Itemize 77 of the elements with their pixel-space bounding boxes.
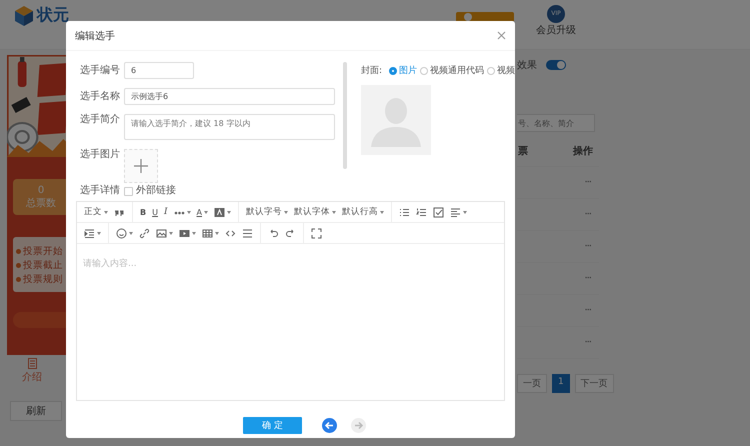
- undo-icon[interactable]: [268, 228, 279, 238]
- checkbox-label[interactable]: 外部链接: [136, 185, 176, 197]
- divider-icon[interactable]: [242, 228, 253, 238]
- format-dropdown[interactable]: 默认行高: [342, 206, 384, 218]
- toggle-label: 效果: [517, 59, 537, 72]
- upgrade-label[interactable]: 会员升级: [536, 22, 576, 36]
- info-text: 投票截止: [23, 259, 63, 272]
- radio-label[interactable]: 视频通用代码: [430, 65, 484, 77]
- confirm-button[interactable]: 确 定: [243, 416, 302, 434]
- search-field[interactable]: 号、名称、简介: [517, 114, 595, 132]
- fullscreen-icon[interactable]: [311, 228, 322, 238]
- info-text: 投票规则: [23, 273, 63, 286]
- field-label: 选手图片: [80, 149, 120, 161]
- toggle-switch[interactable]: [546, 60, 566, 70]
- format-dropdown[interactable]: 默认字体: [294, 206, 336, 218]
- column-header: 操作: [573, 144, 593, 158]
- stat-value: 0: [38, 184, 44, 196]
- video-icon[interactable]: [179, 228, 196, 238]
- checkbox[interactable]: [124, 186, 133, 196]
- field-label: 选手详情: [80, 185, 120, 197]
- plus-icon: [134, 159, 148, 173]
- more-actions[interactable]: ···: [584, 177, 591, 188]
- more-actions[interactable]: ···: [584, 273, 591, 284]
- bullet-dot-icon: [16, 249, 21, 254]
- logo-text[interactable]: 状元: [37, 5, 69, 26]
- next-page-button[interactable]: 下一页: [574, 374, 614, 393]
- cube-logo-icon: [14, 4, 34, 26]
- intro-tab[interactable]: 介绍: [17, 358, 47, 384]
- more-actions[interactable]: ···: [584, 337, 591, 348]
- bullets-icon[interactable]: [399, 206, 410, 218]
- close-icon[interactable]: [497, 31, 506, 40]
- refresh-button[interactable]: 刷新: [10, 401, 62, 421]
- numbers-icon[interactable]: [416, 206, 428, 218]
- table-icon[interactable]: [202, 228, 219, 238]
- bold-icon[interactable]: B: [140, 208, 146, 216]
- avatar-placeholder-icon: [360, 85, 431, 155]
- stat-label: 总票数: [26, 196, 56, 210]
- underline-icon[interactable]: U: [152, 208, 158, 216]
- format-dropdown[interactable]: 默认字号: [246, 206, 288, 218]
- todo-icon[interactable]: [433, 206, 444, 218]
- indent-icon[interactable]: [84, 228, 101, 238]
- info-text: 投票开始: [23, 245, 63, 258]
- image-icon[interactable]: [156, 228, 173, 238]
- page-button[interactable]: 1: [552, 374, 570, 393]
- field-label: 选手名称: [80, 90, 120, 102]
- radio-button[interactable]: [487, 67, 495, 75]
- dialog-title: 编辑选手: [75, 30, 115, 42]
- more-actions[interactable]: ···: [584, 305, 591, 316]
- format-dropdown[interactable]: 正文: [84, 206, 108, 218]
- cover-label: 封面:: [360, 65, 382, 77]
- radio-button[interactable]: [389, 67, 397, 75]
- more-actions[interactable]: ···: [584, 209, 591, 220]
- prev-page-button[interactable]: 一页: [517, 374, 547, 393]
- redo-icon[interactable]: [285, 228, 296, 238]
- textarea-field[interactable]: 请输入选手简介，建议 18 字以内: [124, 114, 335, 140]
- bullet-dot-icon: [16, 277, 21, 282]
- radio-button[interactable]: [420, 67, 428, 75]
- field-label: 选手简介: [80, 114, 120, 126]
- radio-label[interactable]: 图片: [399, 65, 417, 77]
- text-field[interactable]: 示例选手6: [124, 88, 335, 105]
- italic-icon[interactable]: I: [164, 207, 168, 217]
- document-icon: [28, 358, 36, 369]
- column-header: 票: [518, 145, 528, 158]
- bullet-dot-icon: [16, 263, 21, 268]
- highlight-icon[interactable]: [214, 206, 232, 218]
- image-upload[interactable]: [124, 149, 158, 183]
- field-label: 选手编号: [80, 64, 120, 76]
- more-actions[interactable]: ···: [584, 241, 591, 252]
- emoji-icon[interactable]: [116, 228, 133, 238]
- link-icon[interactable]: [139, 228, 150, 238]
- text-field[interactable]: 6: [124, 62, 194, 79]
- align-icon[interactable]: [450, 206, 468, 218]
- code-icon[interactable]: [225, 228, 236, 238]
- radio-label[interactable]: 视频: [497, 65, 515, 77]
- tab-label[interactable]: 介绍: [22, 370, 42, 384]
- vote-button[interactable]: [13, 312, 69, 328]
- editor-field[interactable]: 请输入内容...: [77, 244, 504, 400]
